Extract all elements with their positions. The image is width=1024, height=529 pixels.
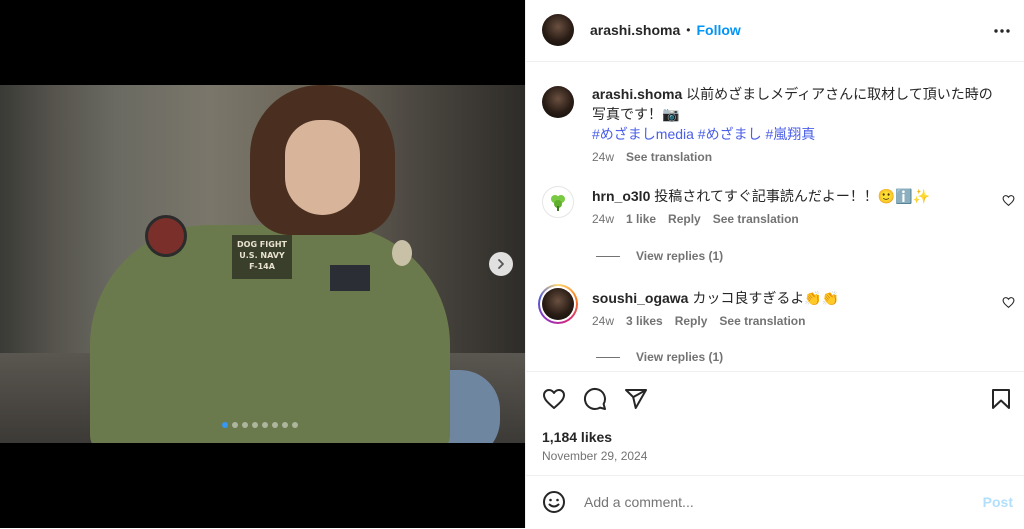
view-replies-label[interactable]: View replies (1) [636, 249, 723, 263]
heart-icon [543, 389, 565, 409]
post-actions: 1,184 likes November 29, 2024 [526, 371, 1024, 476]
view-replies-line [596, 255, 620, 257]
carousel-dot [252, 422, 258, 428]
commenter-avatar-photo [542, 288, 574, 320]
carousel-next-button[interactable] [489, 252, 513, 276]
post-comment-button[interactable]: Post [983, 494, 1013, 510]
more-options-button[interactable] [993, 22, 1011, 45]
post-photo[interactable]: DOG FIGHT U.S. NAVY F-14A [0, 85, 525, 443]
author-avatar[interactable] [542, 14, 574, 46]
author-username[interactable]: arashi.shoma [590, 22, 680, 38]
patch-text-2: U.S. NAVY [239, 251, 285, 260]
post-date: November 29, 2024 [542, 449, 648, 463]
patch-text-3: F-14A [249, 262, 275, 271]
caption-hashtags[interactable]: #めざましmedia #めざまし #嵐翔真 [592, 124, 1002, 144]
comment-age: 24w [592, 314, 615, 328]
heart-icon [1002, 297, 1015, 309]
post-media: DOG FIGHT U.S. NAVY F-14A [0, 0, 525, 528]
bookmark-icon [992, 389, 1010, 409]
comment-like-button[interactable] [1002, 296, 1015, 314]
caption-see-translation[interactable]: See translation [626, 150, 712, 164]
comment-reply-button[interactable]: Reply [668, 212, 701, 226]
caption-username[interactable]: arashi.shoma [592, 86, 682, 102]
comment-likes[interactable]: 3 likes [626, 314, 663, 328]
comment-age: 24w [592, 212, 615, 226]
caption-body: arashi.shoma 以前めざましメディアさんに取材して頂いた時の写真です！… [592, 84, 1002, 164]
comment-meta: 24w 1 like Reply See translation [592, 212, 982, 226]
comment-body: soushi_ogawa カッコ良すぎるよ👏👏 24w 3 likes Repl… [592, 288, 982, 328]
avatar-ring-inner [540, 286, 576, 322]
commenter-avatar[interactable] [542, 186, 574, 218]
chevron-right-icon [498, 259, 504, 269]
comment-text: hrn_o3l0 投稿されてすぐ記事読んだよー！！🙂ℹ️✨ [592, 186, 982, 206]
comment-icon [583, 387, 606, 410]
like-button[interactable] [542, 387, 566, 416]
save-button[interactable] [989, 387, 1013, 416]
view-replies-label[interactable]: View replies (1) [636, 350, 723, 364]
photo-patch-flag [392, 240, 412, 266]
comment-see-translation[interactable]: See translation [719, 314, 805, 328]
commenter-avatar-story[interactable] [538, 284, 578, 324]
photo-badge-wings [330, 265, 370, 291]
carousel-dot [272, 422, 278, 428]
carousel-dot [262, 422, 268, 428]
comment-username[interactable]: hrn_o3l0 [592, 188, 650, 204]
heart-icon [1002, 195, 1015, 207]
header-user-row: arashi.shoma • Follow [590, 22, 741, 38]
comment-input[interactable] [582, 493, 946, 511]
carousel-dot [222, 422, 228, 428]
photo-badge-dogfight: DOG FIGHT U.S. NAVY F-14A [232, 235, 292, 279]
comment-likes[interactable]: 1 like [626, 212, 656, 226]
view-replies-button[interactable]: View replies (1) [596, 350, 723, 364]
comment-like-button[interactable] [1002, 194, 1015, 212]
share-icon [625, 389, 647, 409]
add-comment-bar: Post [526, 475, 1024, 529]
caption-text: arashi.shoma 以前めざましメディアさんに取材して頂いた時の写真です！… [592, 84, 1002, 124]
caption-age: 24w [592, 150, 615, 164]
photo-patch-round [145, 215, 187, 257]
share-button[interactable] [624, 387, 648, 416]
comment-message: 投稿されてすぐ記事読んだよー！！🙂ℹ️✨ [654, 188, 931, 204]
more-options-icon [994, 29, 1010, 33]
follow-button[interactable]: Follow [696, 22, 740, 38]
emoji-icon [543, 491, 565, 513]
comment-meta: 24w 3 likes Reply See translation [592, 314, 982, 328]
comment-username[interactable]: soushi_ogawa [592, 290, 688, 306]
view-replies-button[interactable]: View replies (1) [596, 249, 723, 263]
carousel-dot [282, 422, 288, 428]
carousel-dot [292, 422, 298, 428]
likes-count[interactable]: 1,184 likes [542, 429, 612, 445]
comment-message: カッコ良すぎるよ👏👏 [692, 290, 840, 306]
emoji-button[interactable] [542, 490, 566, 519]
comment-body: hrn_o3l0 投稿されてすぐ記事読んだよー！！🙂ℹ️✨ 24w 1 like… [592, 186, 982, 226]
caption-meta: 24w See translation [592, 150, 1002, 164]
post-panel: arashi.shoma • Follow arashi.shoma 以前めざま… [525, 0, 1024, 528]
comment-text: soushi_ogawa カッコ良すぎるよ👏👏 [592, 288, 982, 308]
carousel-dot [242, 422, 248, 428]
carousel-dots [222, 422, 298, 428]
comment-see-translation[interactable]: See translation [713, 212, 799, 226]
photo-face [285, 120, 360, 215]
comment-reply-button[interactable]: Reply [675, 314, 708, 328]
caption-avatar[interactable] [542, 86, 574, 118]
view-replies-line [596, 356, 620, 358]
comment-button[interactable] [583, 387, 607, 416]
carousel-dot [232, 422, 238, 428]
post-header: arashi.shoma • Follow [526, 0, 1024, 62]
clover-avatar-icon [551, 195, 565, 211]
patch-text-1: DOG FIGHT [237, 240, 287, 249]
header-separator: • [686, 23, 691, 37]
comments-scroll-area[interactable]: arashi.shoma 以前めざましメディアさんに取材して頂いた時の写真です！… [526, 62, 1024, 371]
